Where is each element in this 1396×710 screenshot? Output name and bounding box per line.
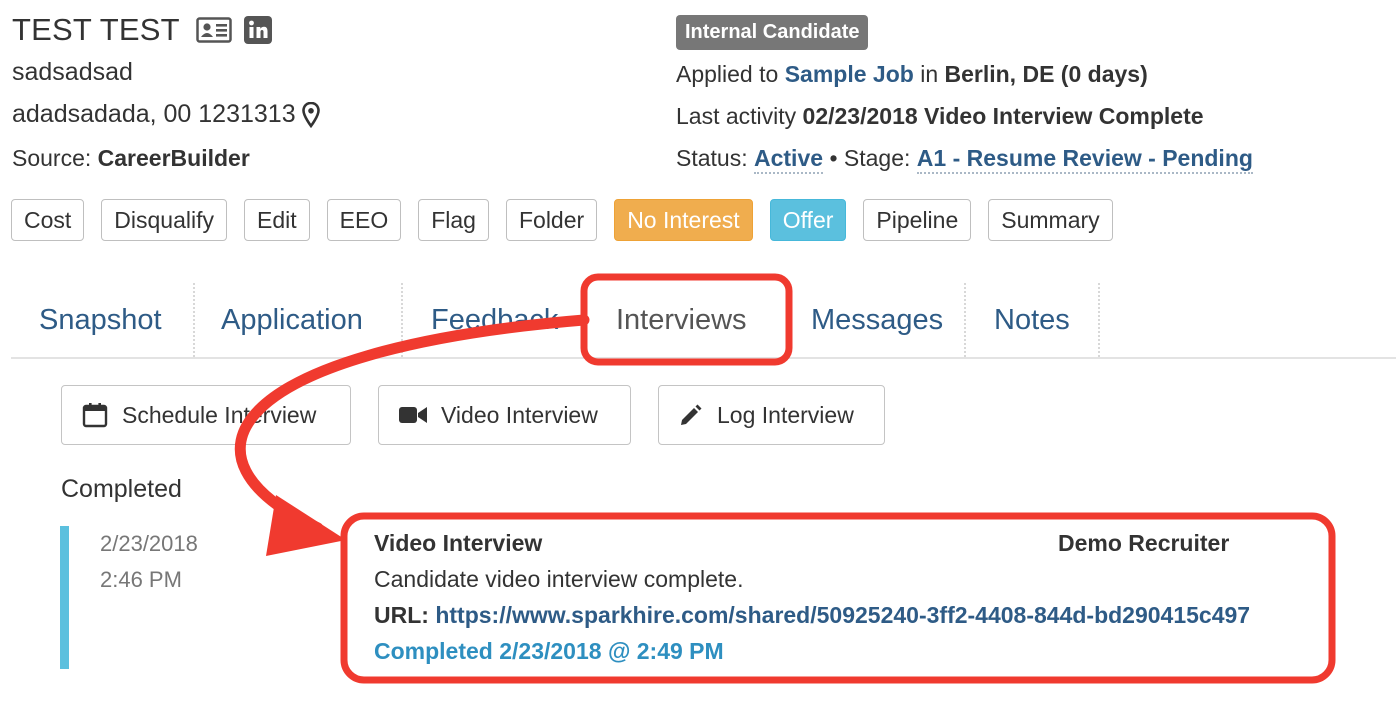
last-activity-line: Last activity 02/23/2018 Video Interview… (676, 103, 1204, 130)
source-value: CareerBuilder (97, 145, 250, 171)
job-link[interactable]: Sample Job (785, 61, 914, 87)
applied-in: in (920, 61, 939, 87)
pencil-icon (679, 403, 703, 427)
flag-button[interactable]: Flag (418, 199, 489, 241)
disqualify-button[interactable]: Disqualify (101, 199, 228, 241)
tab-feedback[interactable]: Feedback (431, 283, 558, 357)
linkedin-icon[interactable] (243, 16, 272, 44)
status-value-link[interactable]: Active (754, 145, 824, 174)
job-location: Berlin, DE (0 days) (944, 61, 1148, 87)
interview-completed-status: Completed 2/23/2018 @ 2:49 PM (374, 638, 724, 664)
candidate-tabs: Snapshot Application Feedback Interviews… (11, 283, 1396, 359)
folder-button[interactable]: Folder (505, 199, 598, 241)
candidate-address-text: adadsadada, 00 1231313 (12, 100, 296, 128)
url-label: URL: (374, 602, 429, 628)
last-activity-value: 02/23/2018 Video Interview Complete (802, 103, 1204, 129)
offer-button[interactable]: Offer (769, 199, 847, 241)
interview-entry-title: Video Interview (374, 530, 543, 556)
log-interview-label: Log Interview (717, 401, 854, 428)
callout-arrow-head (266, 495, 346, 556)
action-toolbar: Cost Disqualify Edit EEO Flag Folder No … (11, 199, 1130, 241)
tab-divider (584, 283, 586, 357)
last-activity-label: Last activity (676, 103, 797, 129)
video-interview-label: Video Interview (441, 401, 598, 428)
tab-messages[interactable]: Messages (811, 283, 943, 357)
eeo-button[interactable]: EEO (326, 199, 402, 241)
candidate-page: TEST TEST sadsadsad adadsadada, 00 12313… (0, 0, 1396, 710)
contact-card-icon[interactable] (196, 17, 232, 43)
tab-snapshot[interactable]: Snapshot (39, 283, 162, 357)
interview-entry-description: Candidate video interview complete. (374, 566, 744, 592)
tab-divider (401, 283, 403, 357)
tab-divider (193, 283, 195, 357)
interview-url-link[interactable]: https://www.sparkhire.com/shared/5092524… (435, 602, 1250, 628)
stage-value-link[interactable]: A1 - Resume Review - Pending (916, 145, 1253, 174)
completed-section-title: Completed (61, 475, 182, 503)
candidate-address: adadsadada, 00 1231313 (12, 100, 320, 129)
no-interest-button[interactable]: No Interest (614, 199, 753, 241)
interview-date: 2/23/2018 (100, 531, 198, 556)
interview-entry-recruiter: Demo Recruiter (1058, 530, 1230, 556)
candidate-name: TEST TEST (12, 12, 180, 47)
interview-time: 2:46 PM (100, 567, 182, 592)
candidate-name-row: TEST TEST (12, 12, 272, 48)
candidate-line-1: sadsadsad (12, 58, 133, 86)
tab-divider (964, 283, 966, 357)
tab-divider (1098, 283, 1100, 357)
calendar-icon (82, 402, 108, 428)
status-separator: • (829, 145, 838, 171)
pipeline-button[interactable]: Pipeline (863, 199, 972, 241)
tab-notes[interactable]: Notes (994, 283, 1070, 357)
interview-entry-url-row: URL: https://www.sparkhire.com/shared/50… (374, 602, 1250, 629)
tab-application[interactable]: Application (221, 283, 363, 357)
status-line: Status: Active • Stage: A1 - Resume Revi… (676, 145, 1253, 174)
candidate-source: Source: CareerBuilder (12, 145, 250, 172)
video-interview-button[interactable]: Video Interview (378, 385, 631, 445)
internal-candidate-badge: Internal Candidate (676, 15, 869, 50)
tab-interviews[interactable]: Interviews (616, 283, 747, 357)
video-camera-icon (399, 405, 427, 425)
map-marker-icon[interactable] (301, 101, 320, 128)
edit-button[interactable]: Edit (244, 199, 310, 241)
applied-prefix: Applied to (676, 61, 779, 87)
cost-button[interactable]: Cost (11, 199, 85, 241)
log-interview-button[interactable]: Log Interview (658, 385, 885, 445)
applied-line: Applied to Sample Job in Berlin, DE (0 d… (676, 61, 1148, 88)
source-label: Source: (12, 145, 92, 171)
status-label: Status: (676, 145, 748, 171)
schedule-interview-label: Schedule Interview (122, 401, 317, 428)
stage-label: Stage: (843, 145, 911, 171)
timeline-bar (60, 526, 69, 669)
summary-button[interactable]: Summary (988, 199, 1113, 241)
tab-divider (786, 283, 788, 357)
schedule-interview-button[interactable]: Schedule Interview (61, 385, 351, 445)
